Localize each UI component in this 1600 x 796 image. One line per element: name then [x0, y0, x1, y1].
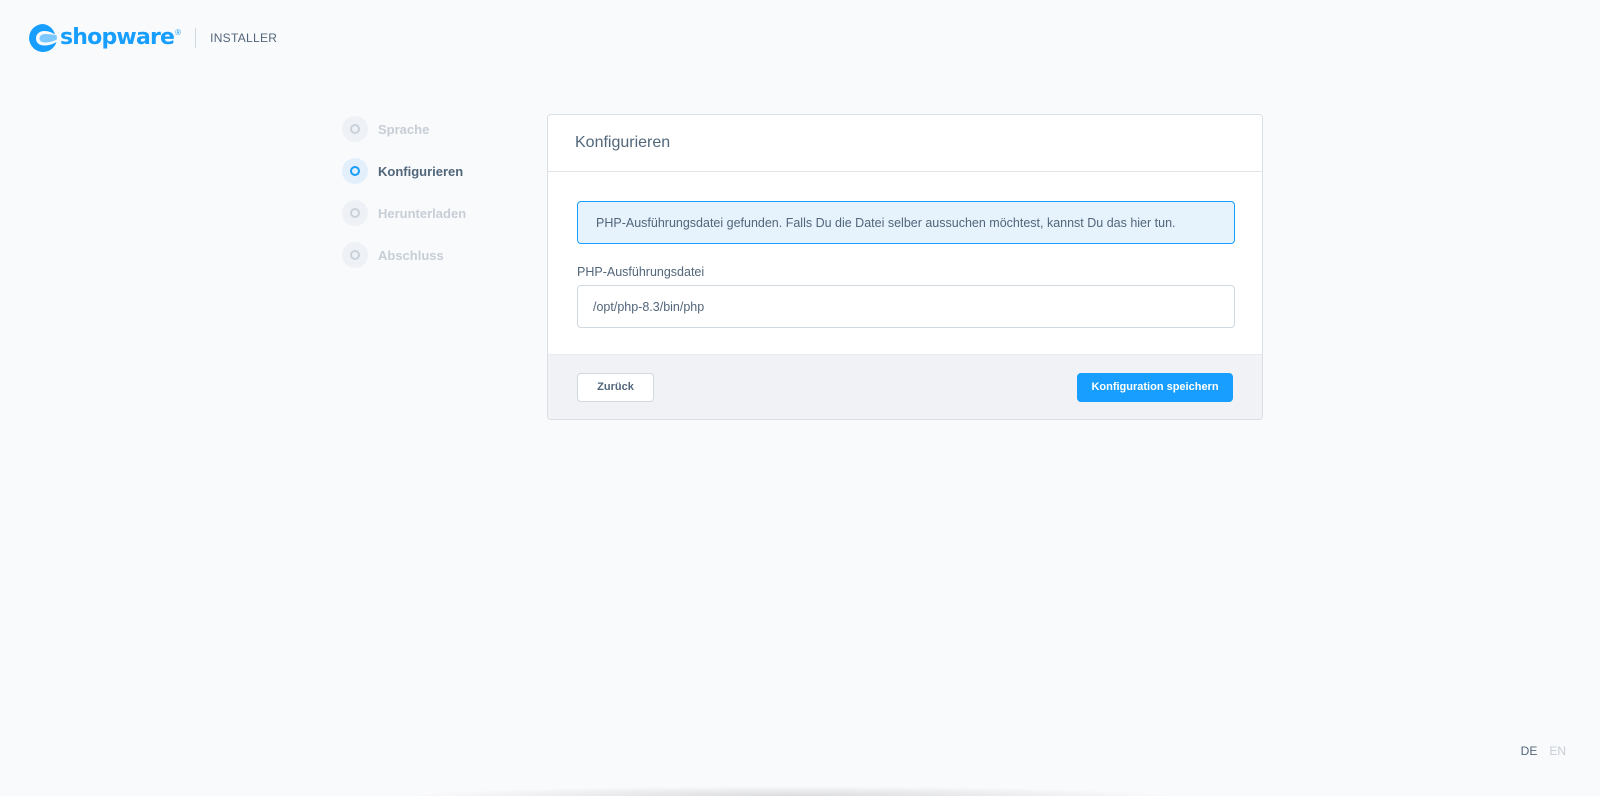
save-configuration-button[interactable]: Konfiguration speichern [1077, 372, 1233, 402]
alert-text: PHP-Ausführungsdatei gefunden. Falls Du … [596, 215, 1176, 230]
step-indicator-icon [342, 158, 368, 184]
info-alert: PHP-Ausführungsdatei gefunden. Falls Du … [577, 201, 1235, 244]
card-title: Konfigurieren [575, 134, 671, 151]
card-footer: Zurück Konfiguration speichern [548, 354, 1262, 419]
step-label: Sprache [378, 121, 430, 137]
card-body: PHP-Ausführungsdatei gefunden. Falls Du … [548, 172, 1262, 354]
step-indicator-icon [342, 242, 368, 268]
step-navigation: Sprache Konfigurieren Herunterladen Absc… [342, 116, 522, 284]
language-switch: DE EN [1509, 744, 1566, 758]
registered-mark: ® [175, 28, 182, 37]
step-label: Abschluss [378, 247, 444, 263]
step-konfigurieren: Konfigurieren [342, 158, 522, 184]
php-executable-label: PHP-Ausführungsdatei [577, 265, 705, 279]
installer-page: shopware ® INSTALLER Sprache Konfigurier… [0, 0, 1600, 796]
step-abschluss: Abschluss [342, 242, 522, 268]
back-button[interactable]: Zurück [577, 372, 654, 402]
step-label: Herunterladen [378, 205, 467, 221]
card-header: Konfigurieren [548, 115, 1262, 172]
step-sprache: Sprache [342, 116, 522, 142]
step-indicator-icon [342, 200, 368, 226]
bottom-shadow [400, 786, 1180, 796]
php-executable-input[interactable] [577, 285, 1235, 328]
step-indicator-icon [342, 116, 368, 142]
language-de[interactable]: DE [1521, 744, 1538, 758]
shopware-logo-icon [29, 24, 57, 52]
logo-text: shopware [60, 25, 175, 50]
shopware-logo[interactable]: shopware ® [28, 22, 181, 54]
header-divider [195, 28, 197, 48]
language-en[interactable]: EN [1549, 744, 1566, 758]
step-herunterladen: Herunterladen [342, 200, 522, 226]
configuration-card: Konfigurieren PHP-Ausführungsdatei gefun… [547, 114, 1263, 420]
step-label: Konfigurieren [378, 163, 464, 179]
header-title: INSTALLER [210, 31, 278, 45]
header: shopware ® INSTALLER [28, 22, 277, 54]
